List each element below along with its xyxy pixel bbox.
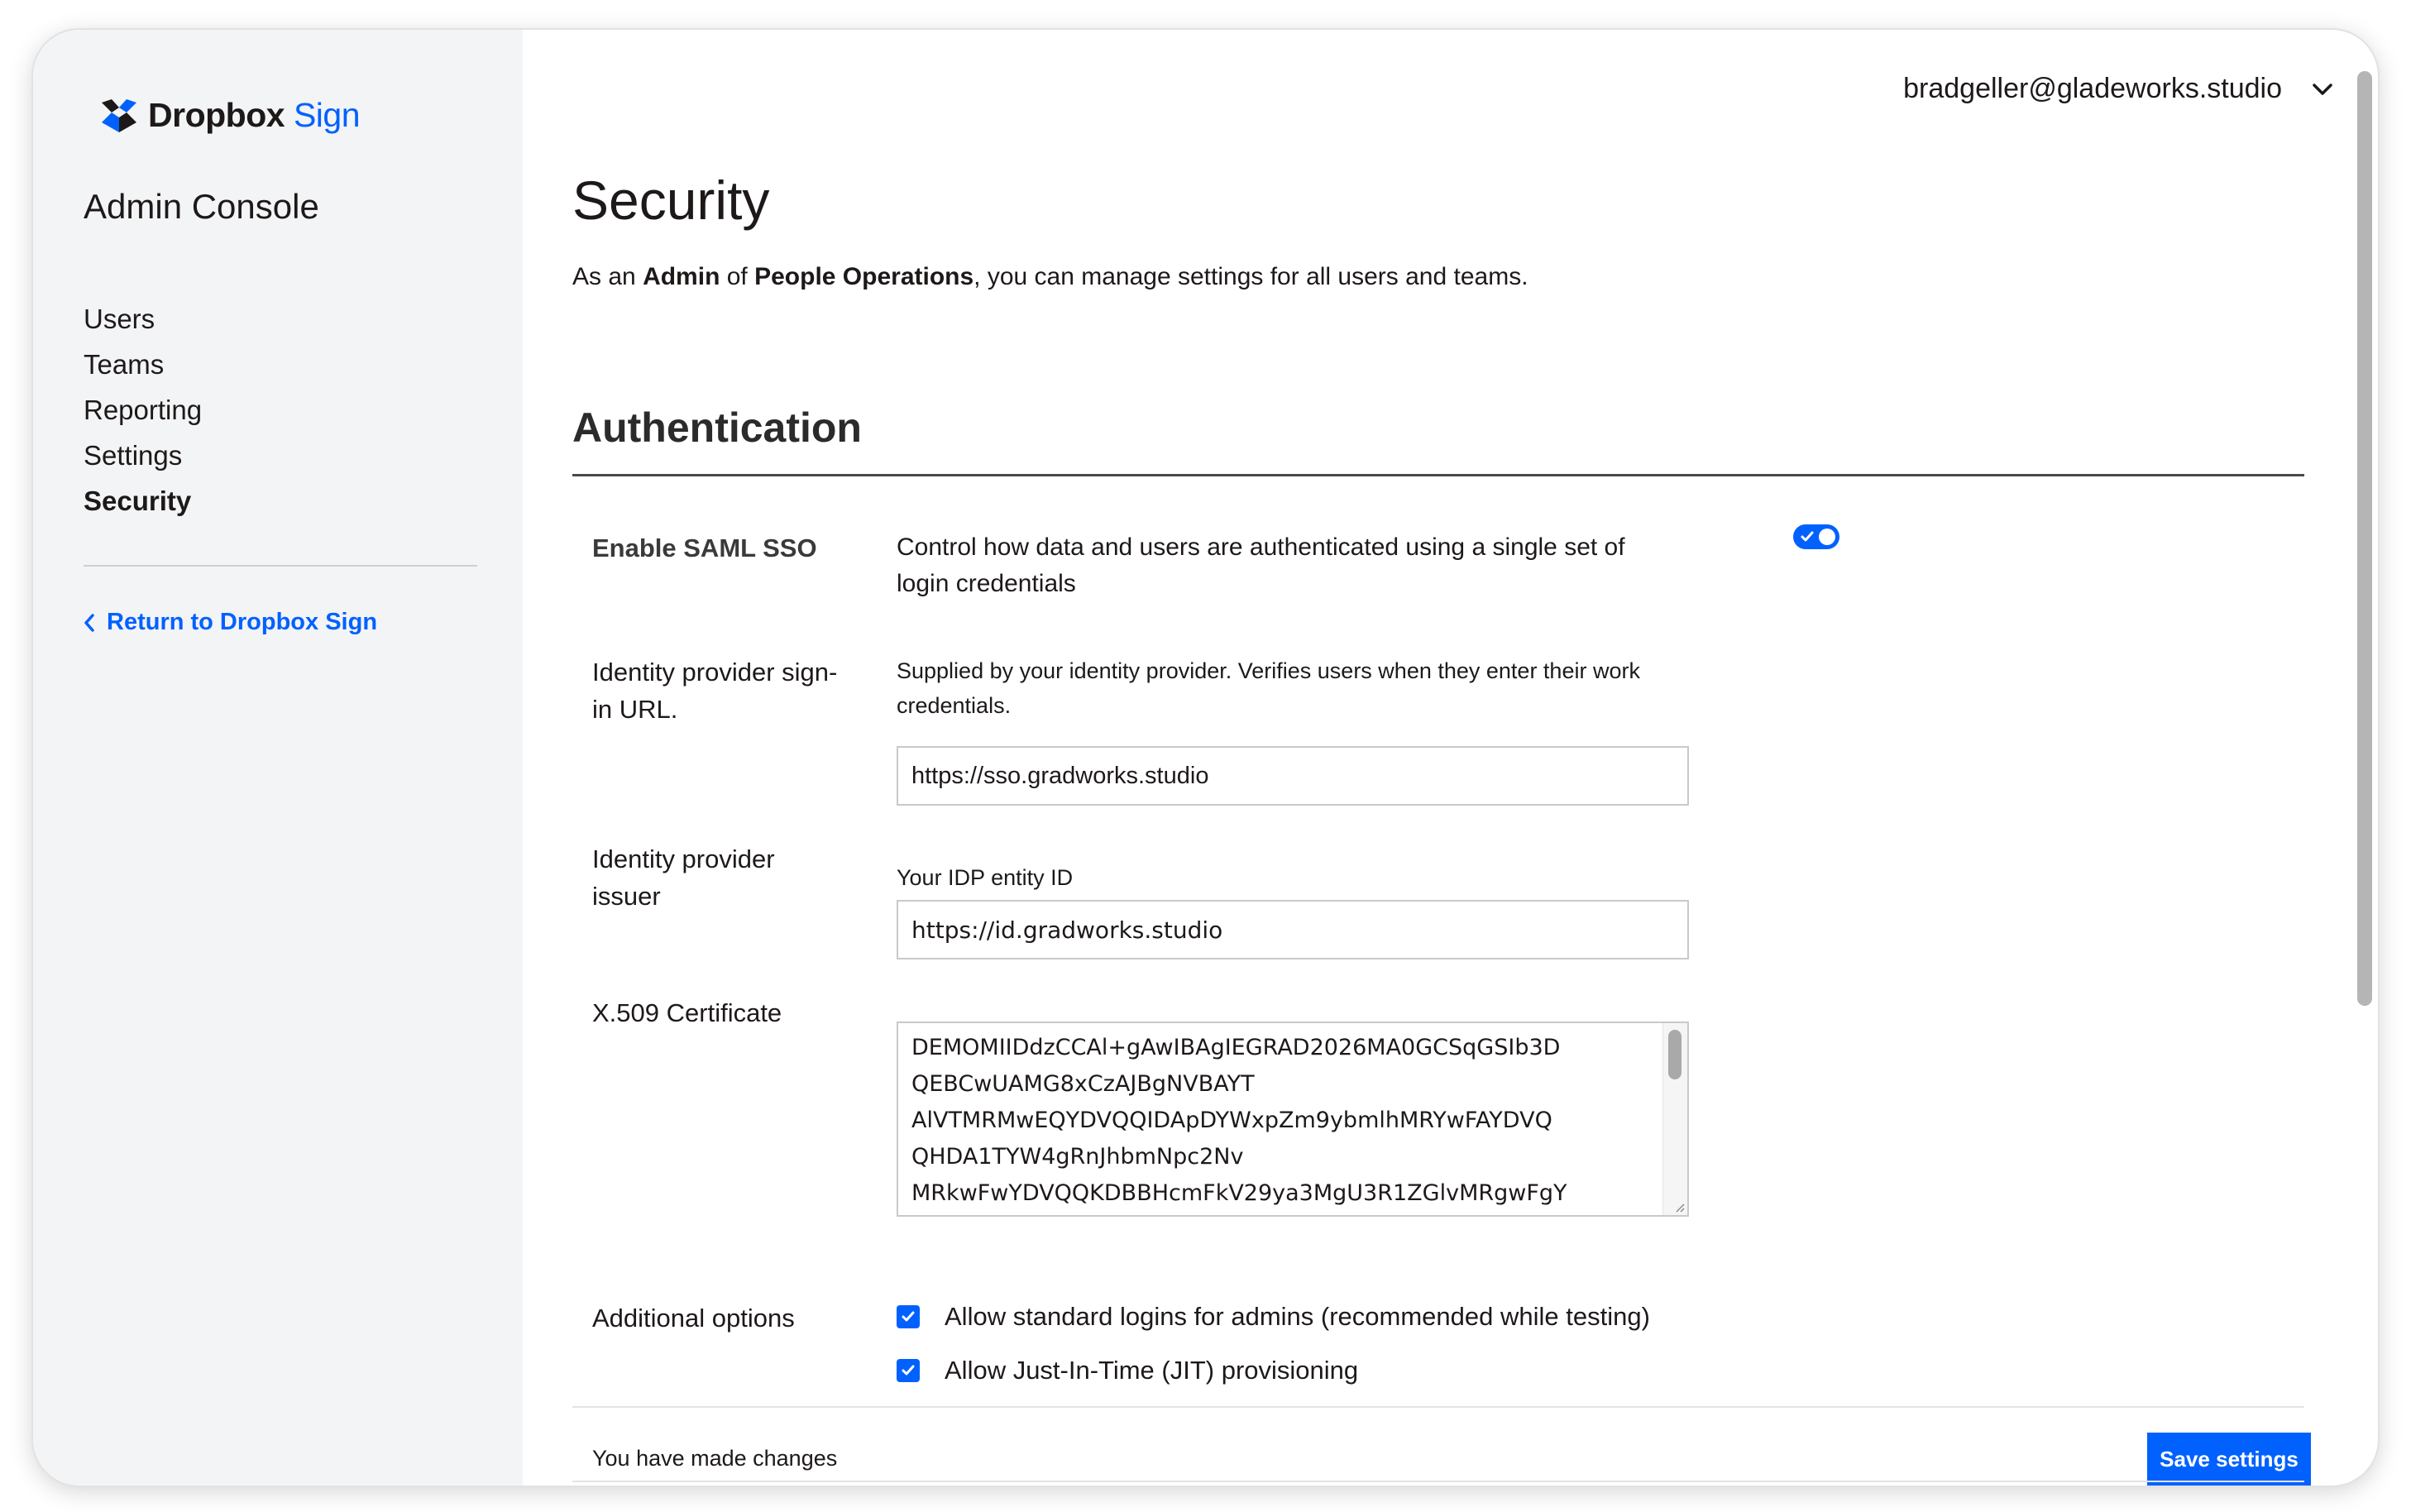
- page-scroll-thumb[interactable]: [2357, 71, 2372, 1006]
- save-settings-button[interactable]: Save settings: [2147, 1433, 2311, 1486]
- brand-name: Dropbox Sign: [148, 96, 361, 134]
- sidebar-nav: Users Teams Reporting Settings Security: [84, 296, 202, 524]
- certificate-label: X.509 Certificate: [592, 998, 782, 1027]
- sidebar-item-users[interactable]: Users: [84, 296, 202, 342]
- sidebar-item-reporting[interactable]: Reporting: [84, 387, 202, 433]
- sidebar-divider: [84, 565, 477, 567]
- standard-logins-checkbox[interactable]: [897, 1305, 920, 1328]
- chevron-left-icon: [84, 613, 94, 632]
- issuer-label: Identity provider issuer: [592, 845, 775, 911]
- page-subtitle: As an Admin of People Operations, you ca…: [572, 263, 1528, 290]
- sidebar-item-security[interactable]: Security: [84, 478, 202, 524]
- issuer-input[interactable]: [897, 900, 1689, 959]
- page-scrollbar[interactable]: [2352, 60, 2377, 1482]
- footer-bottom-divider: [572, 1481, 2304, 1482]
- sidebar-item-teams[interactable]: Teams: [84, 342, 202, 387]
- saml-sso-toggle[interactable]: [1793, 524, 1839, 549]
- org-name: People Operations: [754, 263, 974, 290]
- return-link[interactable]: Return to Dropbox Sign: [84, 609, 377, 636]
- certificate-scrollbar[interactable]: [1662, 1023, 1687, 1215]
- jit-provisioning-checkbox[interactable]: [897, 1359, 920, 1382]
- section-title-authentication: Authentication: [572, 404, 862, 451]
- main-content: Security As an Admin of People Operation…: [572, 30, 2311, 1486]
- footer-divider: [572, 1406, 2304, 1408]
- chevron-down-icon: [2313, 83, 2332, 95]
- check-icon: [902, 1365, 915, 1376]
- app-window: Dropbox Sign Admin Console Users Teams R…: [33, 30, 2378, 1486]
- certificate-textarea[interactable]: DEMOMIIDdzCCAl+gAwIBAgIEGRAD2026MA0GCSqG…: [897, 1022, 1689, 1217]
- dropbox-logo-icon: [102, 98, 136, 132]
- option-jit-provisioning[interactable]: Allow Just-In-Time (JIT) provisioning: [897, 1356, 1358, 1385]
- issuer-description: Your IDP entity ID: [897, 865, 1074, 890]
- standard-logins-label: Allow standard logins for admins (recomm…: [945, 1302, 1650, 1331]
- sidebar-item-settings[interactable]: Settings: [84, 433, 202, 478]
- sidebar: Dropbox Sign Admin Console Users Teams R…: [33, 30, 523, 1486]
- signin-url-label: Identity provider sign-in URL.: [592, 658, 838, 724]
- return-link-label: Return to Dropbox Sign: [107, 609, 378, 635]
- brand-logo[interactable]: Dropbox Sign: [102, 96, 361, 135]
- option-standard-logins[interactable]: Allow standard logins for admins (recomm…: [897, 1302, 1650, 1332]
- certificate-text: DEMOMIIDdzCCAl+gAwIBAgIEGRAD2026MA0GCSqG…: [911, 1035, 1567, 1206]
- page-title: Security: [572, 170, 770, 231]
- console-title: Admin Console: [84, 187, 319, 226]
- saml-sso-description: Control how data and users are authentic…: [897, 534, 1625, 597]
- unsaved-changes-status: You have made changes: [592, 1446, 838, 1471]
- check-icon: [902, 1311, 915, 1322]
- saml-sso-label: Enable SAML SSO: [592, 534, 817, 562]
- signin-url-input[interactable]: [897, 746, 1689, 806]
- toggle-knob: [1819, 529, 1835, 545]
- resize-grip-icon[interactable]: [1673, 1201, 1685, 1213]
- signin-url-description: Supplied by your identity provider. Veri…: [897, 658, 1640, 718]
- admin-role: Admin: [643, 263, 720, 290]
- check-icon: [1801, 531, 1814, 542]
- jit-provisioning-label: Allow Just-In-Time (JIT) provisioning: [945, 1356, 1359, 1385]
- additional-options-label: Additional options: [592, 1304, 795, 1333]
- section-divider: [572, 474, 2304, 476]
- certificate-scroll-thumb[interactable]: [1668, 1030, 1681, 1079]
